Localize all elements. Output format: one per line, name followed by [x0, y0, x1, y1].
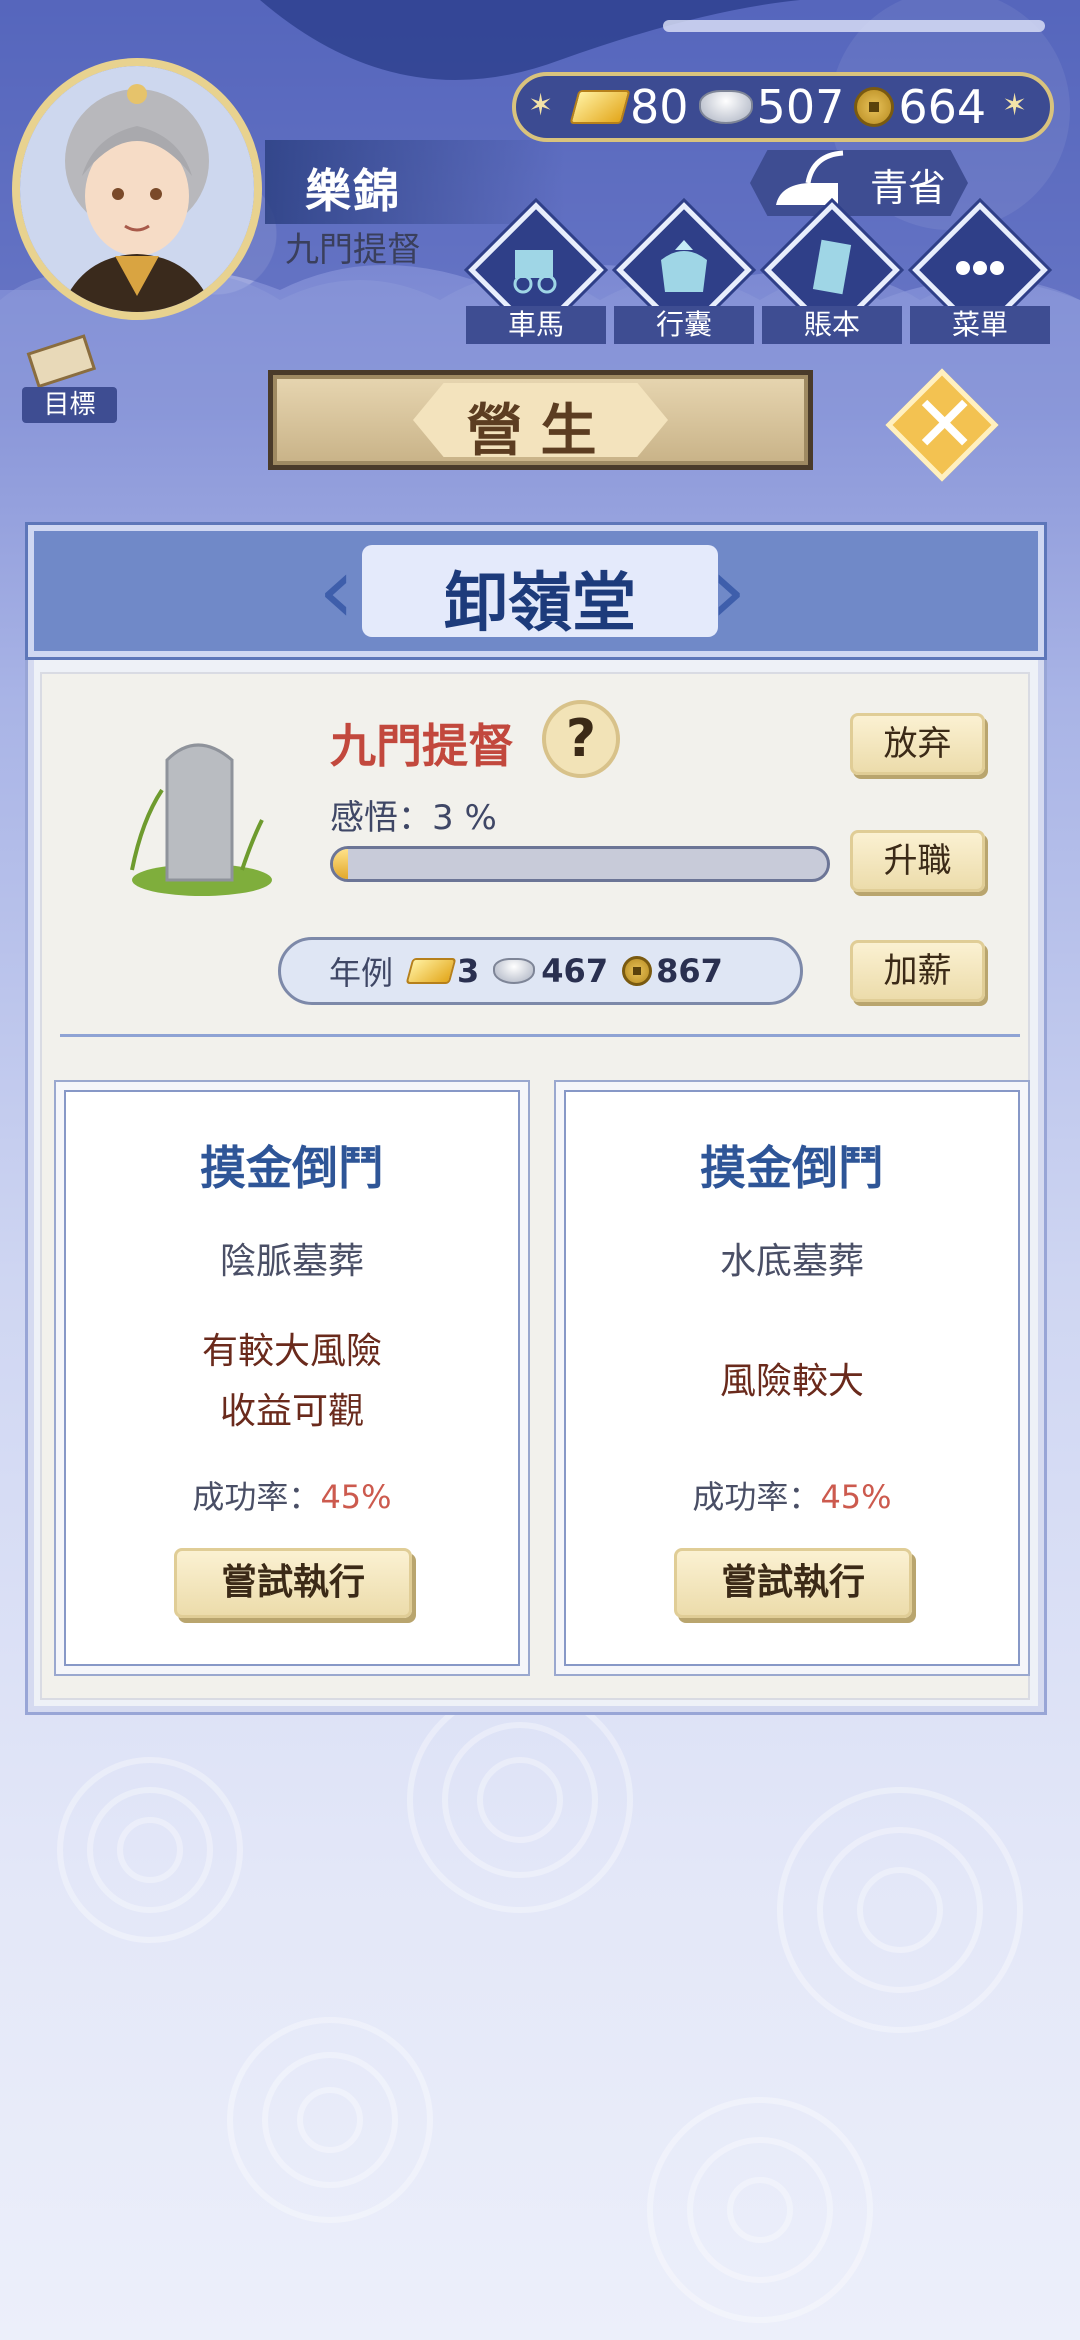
menu-ledger-label: 賬本	[762, 306, 902, 344]
goal-button[interactable]: 目標	[22, 387, 117, 423]
portrait-illustration	[20, 66, 254, 312]
bundle-icon	[661, 240, 707, 292]
option-description: 有較大風險	[201, 1331, 382, 1372]
option-card: 摸金倒鬥 水底墓葬 風險較大 成功率：45% 嘗試執行	[554, 1080, 1030, 1676]
menu-more-label: 菜單	[910, 306, 1050, 344]
chevron-left-icon: ‹	[318, 537, 355, 644]
menu-carriage-button[interactable]: 車馬	[466, 202, 606, 352]
job-title: 九門提督	[330, 719, 514, 773]
salary-copper-value: 867	[656, 952, 723, 990]
tombstone-icon	[130, 743, 272, 896]
salary-silver-value: 467	[541, 952, 609, 990]
help-button[interactable]: ?	[542, 700, 620, 778]
attempt-button[interactable]: 嘗試執行	[674, 1548, 912, 1618]
success-rate-value: 45%	[320, 1478, 392, 1516]
copper-amount: 664	[854, 80, 986, 134]
copper-value: 664	[898, 80, 987, 134]
header-banner: 營生	[268, 370, 813, 470]
silver-value: 507	[756, 80, 845, 134]
silver-ingot-icon	[493, 958, 536, 984]
option-subtitle: 水底墓葬	[719, 1241, 864, 1282]
option-description: 風險較大	[719, 1361, 864, 1402]
gold-bar-icon	[569, 90, 631, 124]
divider	[60, 1034, 1020, 1037]
copper-coin-icon	[622, 956, 653, 986]
success-rate-label: 成功率：	[692, 1478, 821, 1516]
option-subtitle: 陰脈墓葬	[219, 1241, 364, 1282]
silver-amount: 507	[698, 80, 845, 134]
insight-progress-bar	[330, 846, 830, 882]
salary-label: 年例	[329, 954, 394, 992]
menu-bundle-label: 行囊	[614, 306, 754, 344]
player-avatar[interactable]	[12, 58, 262, 320]
salary-gold-value: 3	[457, 952, 480, 990]
status-bar-indicator	[663, 20, 1045, 32]
attempt-button[interactable]: 嘗試執行	[174, 1548, 412, 1618]
option-card: 摸金倒鬥 陰脈墓葬 有較大風險 收益可觀 成功率：45% 嘗試執行	[54, 1080, 530, 1676]
insight-text: 感悟：3 %	[330, 790, 497, 839]
option-success-rate: 成功率：45%	[56, 1472, 528, 1518]
bamboo-icon: ✶	[1002, 88, 1028, 123]
gold-value: 80	[630, 80, 689, 134]
gold-amount: 80	[569, 80, 689, 134]
panel-title: 卸嶺堂	[444, 567, 636, 641]
abandon-button[interactable]: 放弃	[850, 713, 985, 775]
header-title: 營生	[466, 399, 615, 464]
option-success-rate: 成功率：45%	[556, 1472, 1028, 1518]
menu-dots-icon	[956, 261, 1004, 275]
success-rate-value: 45%	[820, 1478, 892, 1516]
option-title: 摸金倒鬥	[700, 1141, 884, 1195]
salary-pill: 年例 3 467 867	[278, 937, 803, 1005]
copper-coin-icon	[854, 87, 895, 127]
success-rate-label: 成功率：	[192, 1478, 321, 1516]
insight-label: 感悟：	[330, 798, 432, 838]
ledger-icon	[812, 239, 852, 295]
menu-more-button[interactable]: 菜單	[910, 202, 1050, 352]
option-title: 摸金倒鬥	[200, 1141, 384, 1195]
raise-salary-button[interactable]: 加薪	[850, 940, 985, 1002]
promote-button[interactable]: 升職	[850, 830, 985, 892]
qingsheng-label: 青省	[870, 166, 947, 210]
player-name: 樂錦	[305, 164, 401, 218]
swirl-pattern-decoration	[57, 1687, 1023, 2323]
silver-ingot-icon	[698, 90, 753, 124]
bamboo-icon: ✶	[528, 88, 554, 123]
gold-bar-icon	[405, 958, 457, 984]
player-title: 九門提督	[285, 230, 421, 270]
carriage-icon	[513, 250, 557, 294]
scroll-icon[interactable]	[22, 330, 102, 390]
close-icon[interactable]: ✕	[912, 380, 977, 470]
menu-carriage-label: 車馬	[466, 306, 606, 344]
menu-bundle-button[interactable]: 行囊	[614, 202, 754, 352]
menu-ledger-button[interactable]: 賬本	[762, 202, 902, 352]
currency-bar: ✶ 80 507 664 ✶	[512, 72, 1054, 142]
progress-fill	[333, 849, 348, 879]
insight-value: 3 %	[432, 798, 497, 838]
option-description: 收益可觀	[219, 1391, 364, 1432]
